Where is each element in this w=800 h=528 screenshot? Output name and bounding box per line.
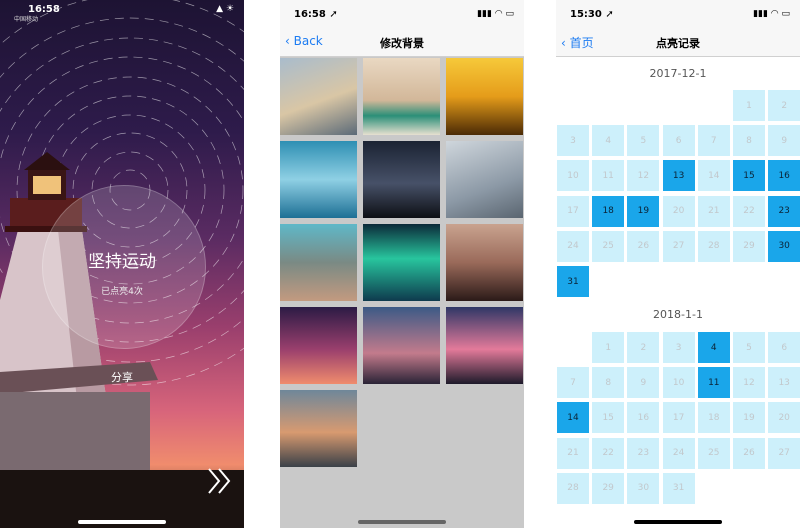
calendar-day: 9 xyxy=(768,125,800,157)
thumbnail-icy-road[interactable] xyxy=(446,141,523,218)
thumbnail-lighthouse-stars[interactable] xyxy=(280,307,357,384)
calendar-day: 30 xyxy=(627,472,660,504)
navigation-bar: 15:30 ➚ ▮▮▮ ◠ ▭ ‹ 首页 点亮记录 xyxy=(556,0,800,57)
month-label-january: 2018-1-1 xyxy=(653,308,703,321)
calendar-day-lit: 19 xyxy=(627,195,660,227)
thumbnail-night-town[interactable] xyxy=(363,141,440,218)
calendar-day: 25 xyxy=(697,437,730,469)
thumbnail-blue-mountains[interactable] xyxy=(280,141,357,218)
calendar-day: 1 xyxy=(733,90,765,121)
carrier-label: 中国移动 xyxy=(14,16,39,23)
calendar-day: 14 xyxy=(697,160,730,192)
calendar-day-lit: 18 xyxy=(592,195,625,227)
calendar-day-lit: 15 xyxy=(733,160,765,192)
thumbnail-aurora[interactable] xyxy=(363,224,440,301)
calendar-day: 3 xyxy=(662,332,695,363)
share-button[interactable]: 分享 xyxy=(100,369,144,385)
calendar-day: 15 xyxy=(592,402,625,434)
calendar-day: 4 xyxy=(592,125,625,157)
thumbnail-underwater-girl[interactable] xyxy=(280,224,357,301)
calendar-day-lit: 30 xyxy=(768,230,800,262)
calendar-day: 26 xyxy=(627,230,660,262)
sport-home-screen: 16:58 中国移动 ▲ ☀ 坚持运动 已点亮4次 分享 xyxy=(0,0,244,528)
calendar-day: 28 xyxy=(697,230,730,262)
calendar-day: 5 xyxy=(627,125,660,157)
calendar-day: 29 xyxy=(733,230,765,262)
calendar-day: 10 xyxy=(662,367,695,399)
month-label-december: 2017-12-1 xyxy=(649,67,707,80)
checkin-record-screen: 15:30 ➚ ▮▮▮ ◠ ▭ ‹ 首页 点亮记录 2017-12-1 1234… xyxy=(556,0,800,528)
calendar-day: 26 xyxy=(733,437,765,469)
calendar-day: 5 xyxy=(733,332,765,363)
calendar-day: 28 xyxy=(557,472,589,504)
calendar-day: 22 xyxy=(592,437,625,469)
calendar-day: 3 xyxy=(557,125,589,157)
status-time: 15:30 ➚ xyxy=(570,9,614,20)
calendar-day: 19 xyxy=(733,402,765,434)
calendar-day: 16 xyxy=(627,402,660,434)
calendar-day: 12 xyxy=(733,367,765,399)
page-title: 修改背景 xyxy=(380,37,424,50)
calendar-day: 11 xyxy=(592,160,625,192)
calendar-day: 6 xyxy=(768,332,800,363)
calendar-day: 21 xyxy=(697,195,730,227)
calendar-day: 24 xyxy=(662,437,695,469)
thumbnail-surf-beach[interactable] xyxy=(363,58,440,135)
calendar-day: 21 xyxy=(557,437,589,469)
page-title: 点亮记录 xyxy=(656,37,700,50)
calendar-day: 24 xyxy=(557,230,589,262)
status-time: 16:58 ➚ xyxy=(294,9,338,20)
calendar-day: 27 xyxy=(768,437,800,469)
calendar-day: 25 xyxy=(592,230,625,262)
calendar-day: 7 xyxy=(557,367,589,399)
calendar-day-lit: 14 xyxy=(557,402,589,434)
calendar-day: 7 xyxy=(697,125,730,157)
calendar-day-lit: 13 xyxy=(662,160,695,192)
activity-title: 坚持运动 xyxy=(88,252,156,272)
double-chevron-right-icon[interactable] xyxy=(205,466,235,496)
calendar-day: 23 xyxy=(627,437,660,469)
status-icons: ▮▮▮ ◠ ▭ xyxy=(477,9,514,19)
calendar-day: 1 xyxy=(592,332,625,363)
calendar-day: 20 xyxy=(662,195,695,227)
calendar-day-lit: 11 xyxy=(697,367,730,399)
calendar-day: 9 xyxy=(627,367,660,399)
home-indicator xyxy=(78,520,166,524)
thumbnail-pier-lighthouse[interactable] xyxy=(446,307,523,384)
status-bar: 16:58 中国移动 ▲ ☀ xyxy=(8,4,236,23)
calendar-day: 22 xyxy=(733,195,765,227)
calendar-day: 6 xyxy=(662,125,695,157)
thumbnail-misty-mountains[interactable] xyxy=(280,58,357,135)
calendar-day: 20 xyxy=(768,402,800,434)
calendar-day-lit: 31 xyxy=(557,266,589,297)
calendar-day: 18 xyxy=(697,402,730,434)
calendar-day: 27 xyxy=(662,230,695,262)
thumbnail-city-sunset[interactable] xyxy=(363,307,440,384)
calendar-day: 31 xyxy=(662,472,695,504)
navigation-bar: 16:58 ➚ ▮▮▮ ◠ ▭ ‹ Back 修改背景 xyxy=(280,0,524,57)
home-indicator xyxy=(358,520,446,524)
calendar-day-lit: 4 xyxy=(697,332,730,363)
calendar-day: 12 xyxy=(627,160,660,192)
calendar-day: 10 xyxy=(557,160,589,192)
status-icons: ▮▮▮ ◠ ▭ xyxy=(753,9,790,19)
calendar-day: 29 xyxy=(592,472,625,504)
calendar-day: 13 xyxy=(768,367,800,399)
calendar-day: 8 xyxy=(733,125,765,157)
status-icons: ▲ ☀ xyxy=(216,4,234,14)
thumbnail-lighthouse-rocks[interactable] xyxy=(446,224,523,301)
calendar-day-lit: 16 xyxy=(768,160,800,192)
calendar-day: 2 xyxy=(627,332,660,363)
calendar-day: 8 xyxy=(592,367,625,399)
calendar-day: 2 xyxy=(768,90,800,121)
checkin-count: 已点亮4次 xyxy=(101,287,143,297)
thumbnail-desert-sunset[interactable] xyxy=(280,390,357,467)
home-indicator xyxy=(634,520,722,524)
change-background-screen: 16:58 ➚ ▮▮▮ ◠ ▭ ‹ Back 修改背景 xyxy=(280,0,524,528)
calendar-day: 17 xyxy=(557,195,589,227)
calendar-day-lit: 23 xyxy=(768,195,800,227)
calendar-day: 17 xyxy=(662,402,695,434)
thumbnail-sunset-surfer[interactable] xyxy=(446,58,523,135)
